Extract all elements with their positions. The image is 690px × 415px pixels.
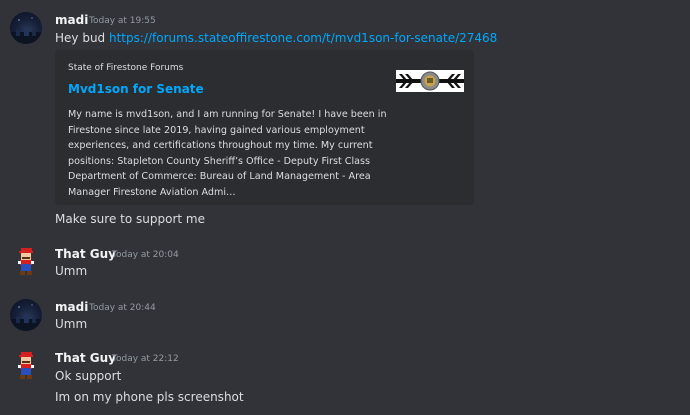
message-username[interactable]: madi [55,13,88,27]
firestone-seal-banner-icon[interactable] [396,70,464,92]
link-embed: State of Firestone Forums Mvd1son for Se… [55,50,474,205]
message-username[interactable]: madi [55,300,88,314]
embed-title[interactable]: Mvd1son for Senate [68,82,204,96]
message-text: Hey bud https://forums.stateoffirestone.… [55,31,497,45]
forum-link[interactable]: https://forums.stateoffirestone.com/t/mv… [109,31,497,45]
message-username[interactable]: That Guy [55,351,116,365]
message-text: Umm [55,317,88,331]
message-username[interactable]: That Guy [55,247,116,261]
mario-avatar-icon [18,248,34,275]
message-timestamp: Today at 20:04 [112,250,179,260]
message-text: Ok support [55,369,122,383]
mario-avatar-icon [18,352,34,379]
message-timestamp: Today at 22:12 [112,354,179,364]
that-guy-avatar[interactable] [10,350,42,382]
night-sky-avatar-icon [10,304,42,331]
message-text: Umm [55,264,88,278]
madi-avatar[interactable] [10,12,42,44]
that-guy-avatar[interactable] [10,246,42,278]
embed-provider[interactable]: State of Firestone Forums [68,63,183,73]
message-text: Im on my phone pls screenshot [55,390,244,404]
madi-avatar[interactable] [10,299,42,331]
message-text: Make sure to support me [55,212,205,226]
message-timestamp: Today at 20:44 [89,303,156,313]
message-timestamp: Today at 19:55 [89,16,156,26]
embed-description: My name is mvd1son, and I am running for… [68,109,387,198]
night-sky-avatar-icon [10,17,42,44]
message-text-prefix: Hey bud [55,31,109,45]
